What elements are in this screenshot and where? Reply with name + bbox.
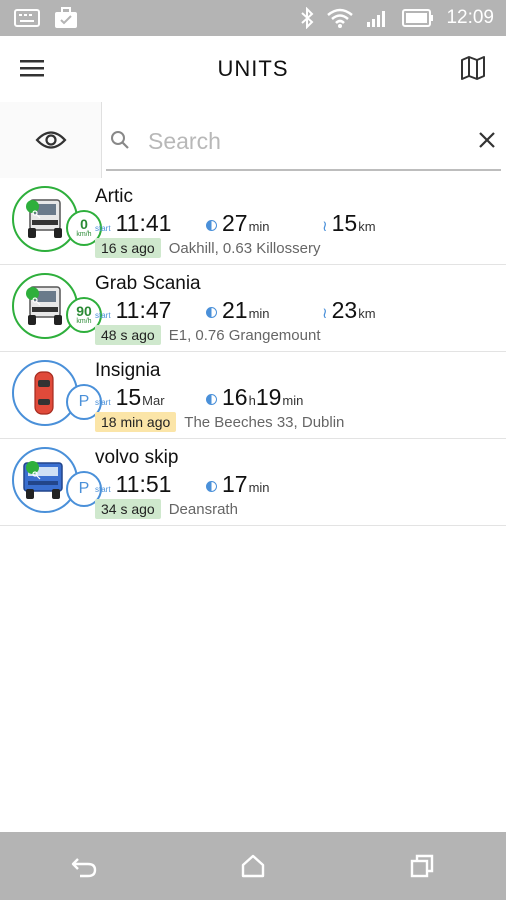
unit-row-artic[interactable]: 0 km/h Artic start 11:41 27 min ≀ 15 km … — [0, 178, 506, 265]
start-unit: Mar — [142, 393, 165, 408]
system-nav-bar — [0, 832, 506, 900]
unit-avatar: P — [12, 447, 102, 513]
unit-meta: 34 s ago Deansrath — [95, 499, 238, 519]
unit-row-volvo-skip[interactable]: P volvo skip start 11:51 17 min 34 s ago… — [0, 439, 506, 526]
search-row — [0, 102, 506, 178]
duration-minutes-unit: min — [282, 393, 304, 408]
start-value: 11:41 — [115, 210, 172, 236]
trip-duration: 17 min — [206, 471, 270, 498]
back-button[interactable] — [64, 846, 104, 886]
recents-button[interactable] — [402, 846, 442, 886]
unit-name: Grab Scania — [95, 273, 201, 294]
duration-icon — [206, 481, 217, 492]
distance-unit: km — [358, 219, 376, 234]
trip-duration: 16 h 19 min — [206, 384, 303, 411]
distance-unit: km — [358, 306, 376, 321]
eye-icon — [34, 131, 67, 149]
ignition-key-icon — [26, 287, 41, 306]
map-icon[interactable] — [460, 55, 486, 81]
last-update-badge: 48 s ago — [95, 325, 161, 345]
last-update-badge: 18 min ago — [95, 412, 177, 432]
distance-icon: ≀ — [322, 305, 328, 322]
duration-icon — [206, 220, 217, 231]
trip-start: start 15 Mar — [95, 384, 165, 412]
signal-icon — [367, 11, 386, 27]
search-box — [102, 102, 506, 178]
page-title: UNITS — [217, 56, 289, 81]
trip-start: start 11:41 — [95, 210, 171, 238]
search-input[interactable] — [148, 124, 468, 158]
trip-duration: 21 min — [206, 297, 270, 324]
car-icon — [34, 371, 54, 415]
unit-avatar: 90 km/h — [12, 273, 102, 339]
ignition-key-icon — [26, 200, 41, 219]
briefcase-icon — [55, 7, 77, 28]
trip-distance: ≀ 15 km — [322, 210, 376, 237]
duration-hours: 16 — [222, 384, 248, 410]
start-label: start — [95, 398, 111, 407]
trip-start: start 11:47 — [95, 297, 171, 325]
unit-name: Artic — [95, 186, 133, 207]
bluetooth-icon — [301, 7, 314, 29]
duration-minutes-unit: min — [248, 306, 270, 321]
unit-address: Oakhill, 0.63 Killossery — [168, 239, 321, 257]
start-value: 11:47 — [115, 297, 172, 323]
search-icon — [111, 131, 129, 149]
close-icon[interactable] — [476, 129, 498, 151]
duration-icon — [206, 394, 217, 405]
home-button[interactable] — [233, 846, 273, 886]
duration-hours-unit: h — [248, 393, 256, 408]
unit-avatar: P — [12, 360, 102, 426]
unit-row-insignia[interactable]: P Insignia start 15 Mar 16 h 19 min 18 m… — [0, 352, 506, 439]
unit-name: volvo skip — [95, 447, 179, 468]
status-time: 12:09 — [446, 7, 494, 28]
distance-icon: ≀ — [322, 218, 328, 235]
duration-minutes: 27 — [222, 210, 248, 236]
unit-name: Insignia — [95, 360, 161, 381]
trip-distance: ≀ 23 km — [322, 297, 376, 324]
unit-avatar: 0 km/h — [12, 186, 102, 252]
start-label: start — [95, 224, 111, 233]
unit-address: The Beeches 33, Dublin — [184, 413, 345, 431]
units-list: 0 km/h Artic start 11:41 27 min ≀ 15 km … — [0, 178, 506, 526]
search-underline — [106, 169, 501, 171]
last-update-badge: 16 s ago — [95, 238, 161, 258]
start-value: 15 — [115, 384, 142, 410]
duration-minutes-unit: min — [248, 219, 270, 234]
duration-minutes: 21 — [222, 297, 248, 323]
unit-meta: 18 min ago The Beeches 33, Dublin — [95, 412, 344, 432]
home-icon — [241, 854, 265, 878]
trip-duration: 27 min — [206, 210, 270, 237]
unit-meta: 48 s ago E1, 0.76 Grangemount — [95, 325, 320, 345]
start-label: start — [95, 485, 111, 494]
start-value: 11:51 — [115, 471, 172, 497]
trip-start: start 11:51 — [95, 471, 171, 499]
battery-icon — [402, 9, 434, 27]
keyboard-icon — [14, 9, 40, 27]
distance-value: 15 — [331, 210, 358, 236]
duration-icon — [206, 307, 217, 318]
duration-minutes-unit: min — [248, 480, 270, 495]
ignition-key-icon — [26, 461, 41, 480]
duration-minutes: 17 — [222, 471, 248, 497]
duration-minutes: 19 — [255, 384, 282, 410]
status-bar: 12:09 — [0, 0, 506, 36]
last-update-badge: 34 s ago — [95, 499, 161, 519]
unit-address: Deansrath — [168, 500, 238, 518]
start-label: start — [95, 311, 111, 320]
distance-value: 23 — [331, 297, 358, 323]
recents-icon — [410, 854, 433, 878]
unit-row-grab-scania[interactable]: 90 km/h Grab Scania start 11:47 21 min ≀… — [0, 265, 506, 352]
unit-address: E1, 0.76 Grangemount — [168, 326, 321, 344]
unit-meta: 16 s ago Oakhill, 0.63 Killossery — [95, 238, 320, 258]
visibility-toggle-button[interactable] — [0, 102, 102, 178]
hamburger-menu-icon[interactable] — [20, 58, 44, 78]
app-bar: UNITS — [0, 36, 506, 102]
wifi-icon — [327, 8, 354, 28]
back-icon — [72, 858, 97, 878]
